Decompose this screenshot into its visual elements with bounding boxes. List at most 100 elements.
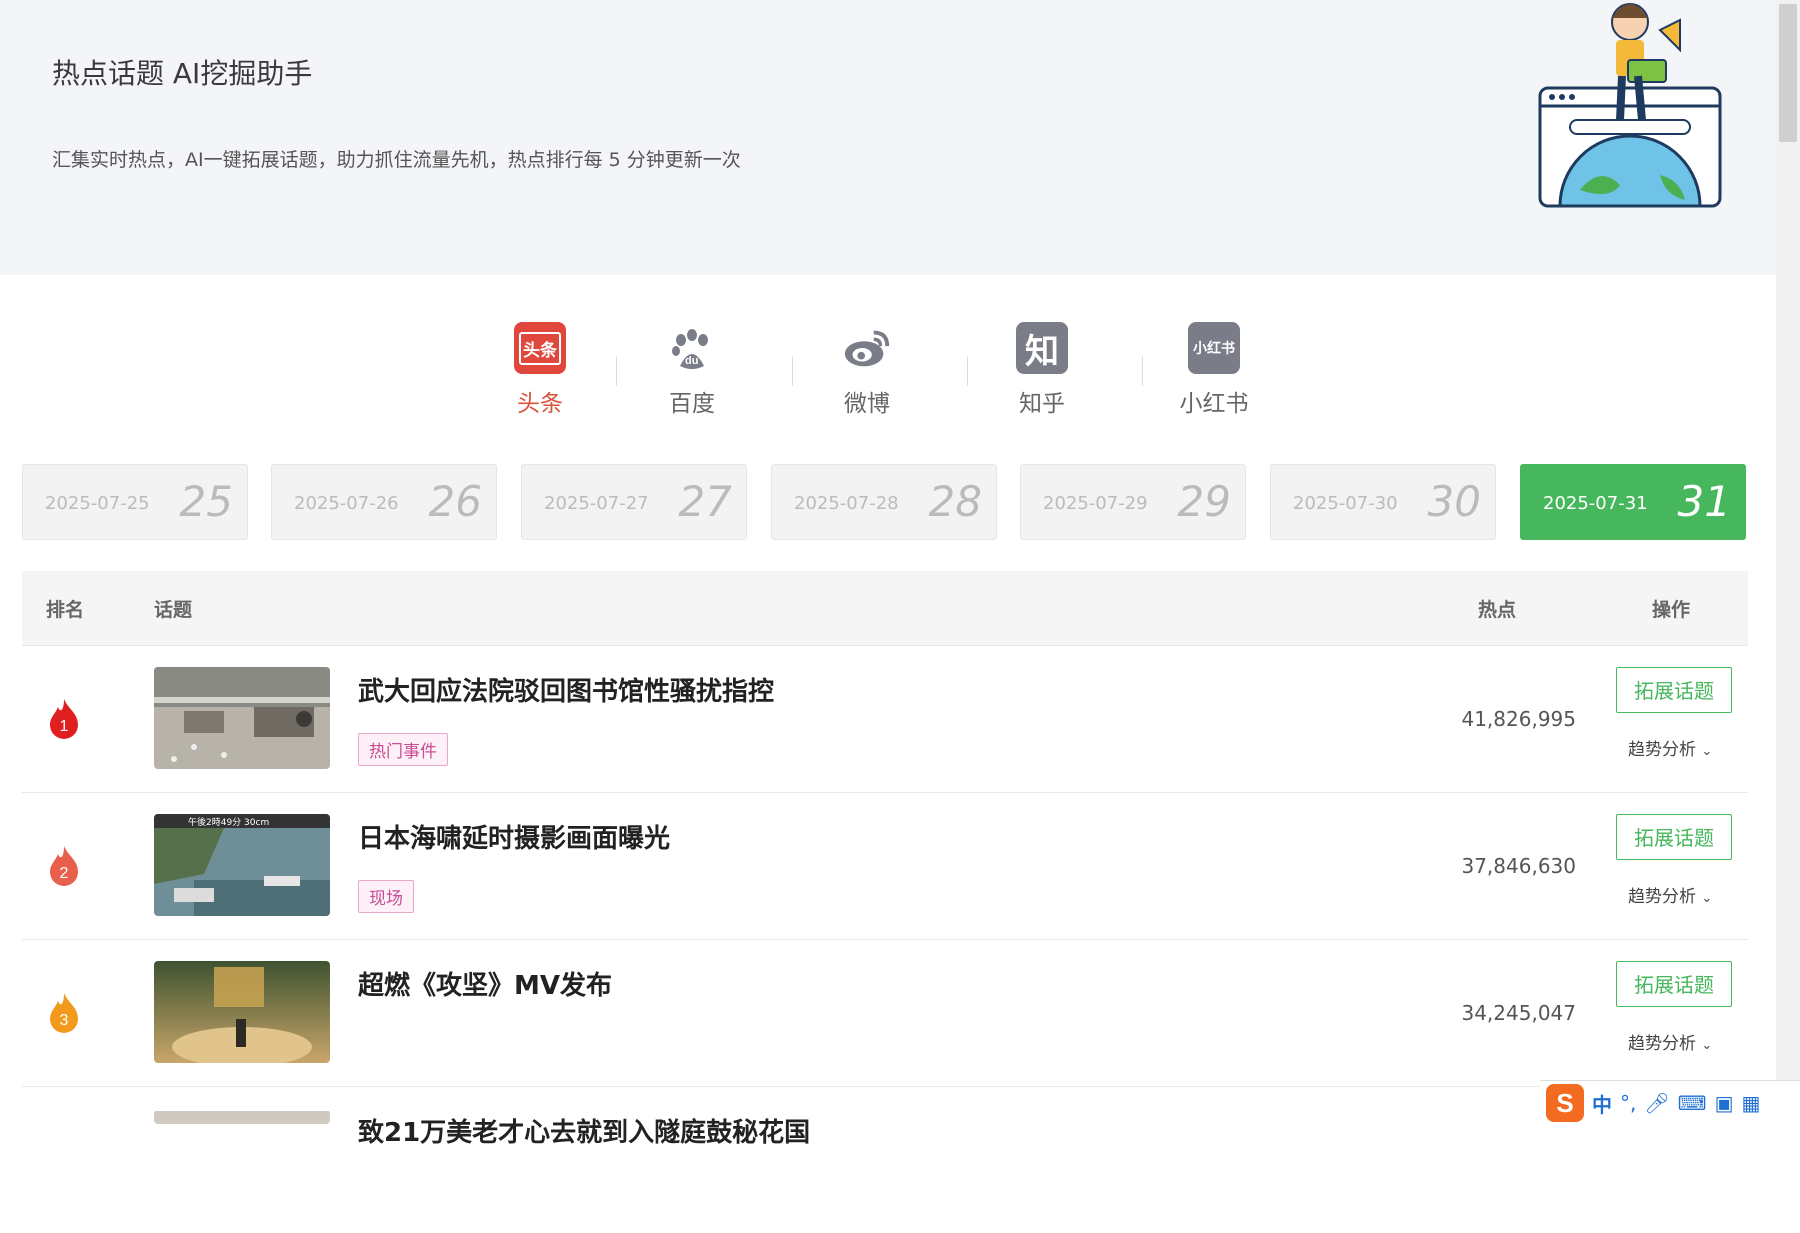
column-topic: 话题 [154, 599, 193, 621]
date-day-number: 30 [1427, 477, 1481, 526]
column-action: 操作 [1652, 599, 1691, 621]
expand-topic-button[interactable]: 拓展话题 [1616, 961, 1732, 1007]
date-text: 2025-07-28 [794, 493, 899, 514]
page-header: 热点话题 AI挖掘助手 汇集实时热点，AI一键拓展话题，助力抓住流量先机，热点排… [0, 0, 1776, 275]
date-card[interactable]: 2025-07-29 29 [1020, 464, 1246, 540]
trend-analysis-label: 趋势分析 [1628, 1034, 1696, 1054]
tab-divider [1142, 356, 1143, 386]
xiaohongshu-icon-text: 小红书 [1193, 341, 1235, 357]
heat-value: 41,826,995 [1461, 707, 1576, 731]
date-card[interactable]: 2025-07-30 30 [1270, 464, 1496, 540]
sogou-logo-icon: S [1546, 1084, 1584, 1122]
date-text: 2025-07-27 [544, 493, 649, 514]
expand-topic-button[interactable]: 拓展话题 [1616, 667, 1732, 713]
topic-title[interactable]: 致21万美老才心去就到入隧庭鼓秘花国 [358, 1112, 810, 1149]
heat-value: 34,245,047 [1461, 1001, 1576, 1025]
trend-analysis-dropdown[interactable]: 趋势分析 ⌄ [1628, 1029, 1712, 1054]
baidu-paw-icon: du [666, 322, 718, 374]
keyboard-icon[interactable]: ⌨ [1678, 1091, 1707, 1115]
trend-analysis-label: 趋势分析 [1628, 887, 1696, 907]
rank-flame-icon: 3 [50, 993, 78, 1033]
topic-title[interactable]: 日本海啸延时摄影画面曝光 [358, 818, 670, 855]
toutiao-icon-text: 头条 [519, 331, 561, 365]
punctuation-icon[interactable]: °, [1620, 1091, 1636, 1115]
page-title: 热点话题 AI挖掘助手 [52, 57, 313, 90]
tab-baidu[interactable]: du 百度 [632, 322, 752, 418]
topic-title[interactable]: 超燃《攻坚》MV发布 [358, 965, 612, 1002]
grid-menu-icon[interactable]: ▦ [1742, 1091, 1761, 1115]
topic-thumbnail[interactable] [154, 961, 330, 1063]
ime-mode-label[interactable]: 中 [1592, 1089, 1612, 1118]
weibo-icon [841, 322, 893, 374]
date-day-number: 28 [928, 477, 982, 526]
chevron-down-icon: ⌄ [1701, 744, 1713, 759]
table-header: 排名 话题 热点 操作 [22, 571, 1748, 646]
platform-tabs: 头条 头条 du 百度 微博 知 知乎 小红书 小红书 [480, 322, 1280, 422]
date-day-number: 31 [1677, 477, 1731, 526]
topic-tag: 热门事件 [358, 733, 448, 766]
svg-text:du: du [685, 355, 698, 367]
column-rank: 排名 [46, 599, 85, 621]
date-day-number: 27 [678, 477, 732, 526]
tab-weibo[interactable]: 微博 [807, 322, 927, 418]
toutiao-icon: 头条 [514, 322, 566, 374]
microphone-icon[interactable]: 🎤︎ [1644, 1091, 1669, 1115]
trend-analysis-label: 趋势分析 [1628, 740, 1696, 760]
tab-xiaohongshu-label: 小红书 [1179, 391, 1249, 417]
date-card-selected[interactable]: 2025-07-31 31 [1520, 464, 1746, 540]
rank-number: 2 [60, 865, 69, 882]
date-card[interactable]: 2025-07-28 28 [771, 464, 997, 540]
tab-divider [792, 356, 793, 386]
ime-toolbar[interactable]: S 中 °, 🎤︎ ⌨ ▣ ▦ [1540, 1080, 1800, 1125]
date-text: 2025-07-31 [1543, 493, 1648, 514]
scrollbar-thumb[interactable] [1779, 4, 1797, 142]
heat-value: 37,846,630 [1461, 854, 1576, 878]
tab-toutiao-label: 头条 [517, 391, 563, 417]
date-card[interactable]: 2025-07-25 25 [22, 464, 248, 540]
tab-toutiao[interactable]: 头条 头条 [480, 322, 600, 418]
tab-weibo-label: 微博 [844, 391, 890, 417]
xiaohongshu-icon: 小红书 [1188, 322, 1240, 374]
date-text: 2025-07-26 [294, 493, 399, 514]
date-text: 2025-07-29 [1043, 493, 1148, 514]
tab-baidu-label: 百度 [669, 391, 715, 417]
tab-zhihu[interactable]: 知 知乎 [982, 322, 1102, 418]
column-heat: 热点 [1478, 599, 1517, 621]
table-row: 致21万美老才心去就到入隧庭鼓秘花国 [22, 1086, 1748, 1233]
date-text: 2025-07-30 [1293, 493, 1398, 514]
scrollbar[interactable] [1776, 0, 1800, 1124]
rank-flame-icon: 2 [50, 846, 78, 886]
topic-title[interactable]: 武大回应法院驳回图书馆性骚扰指控 [358, 671, 774, 708]
date-text: 2025-07-25 [45, 493, 150, 514]
date-selector: 2025-07-25 25 2025-07-26 26 2025-07-27 2… [22, 464, 1748, 542]
zhihu-icon-text: 知 [1025, 331, 1059, 372]
zhihu-icon: 知 [1016, 322, 1068, 374]
table-row: 2 午後2時49分 30cm 日本海啸延时摄影画面曝光 现场 37,846,63… [22, 792, 1748, 940]
topic-thumbnail[interactable] [154, 667, 330, 769]
date-card[interactable]: 2025-07-26 26 [271, 464, 497, 540]
date-day-number: 29 [1177, 477, 1231, 526]
topic-thumbnail[interactable] [154, 1110, 330, 1124]
rank-number: 3 [60, 1012, 69, 1029]
tab-divider [616, 356, 617, 386]
chevron-down-icon: ⌄ [1701, 1038, 1713, 1053]
header-illustration [1538, 3, 1722, 208]
table-row: 1 武大回应法院驳回图书馆性骚扰指控 热门事件 41,826,995 拓展话题 … [22, 645, 1748, 793]
tab-xiaohongshu[interactable]: 小红书 小红书 [1154, 322, 1274, 418]
thumb-caption: 午後2時49分 30cm [188, 816, 269, 828]
trend-analysis-dropdown[interactable]: 趋势分析 ⌄ [1628, 735, 1712, 760]
table-row: 3 超燃《攻坚》MV发布 34,245,047 拓展话题 趋势分析 ⌄ [22, 939, 1748, 1087]
trend-analysis-dropdown[interactable]: 趋势分析 ⌄ [1628, 882, 1712, 907]
topic-tag: 现场 [358, 880, 414, 913]
rank-number: 1 [60, 718, 69, 735]
date-card[interactable]: 2025-07-27 27 [521, 464, 747, 540]
tab-zhihu-label: 知乎 [1019, 391, 1065, 417]
tab-divider [967, 356, 968, 386]
skin-shirt-icon[interactable]: ▣ [1715, 1091, 1734, 1115]
page-subtitle: 汇集实时热点，AI一键拓展话题，助力抓住流量先机，热点排行每 5 分钟更新一次 [52, 149, 741, 171]
date-day-number: 25 [179, 477, 233, 526]
rank-flame-icon: 1 [50, 699, 78, 739]
topic-thumbnail[interactable]: 午後2時49分 30cm [154, 814, 330, 916]
chevron-down-icon: ⌄ [1701, 891, 1713, 906]
expand-topic-button[interactable]: 拓展话题 [1616, 814, 1732, 860]
